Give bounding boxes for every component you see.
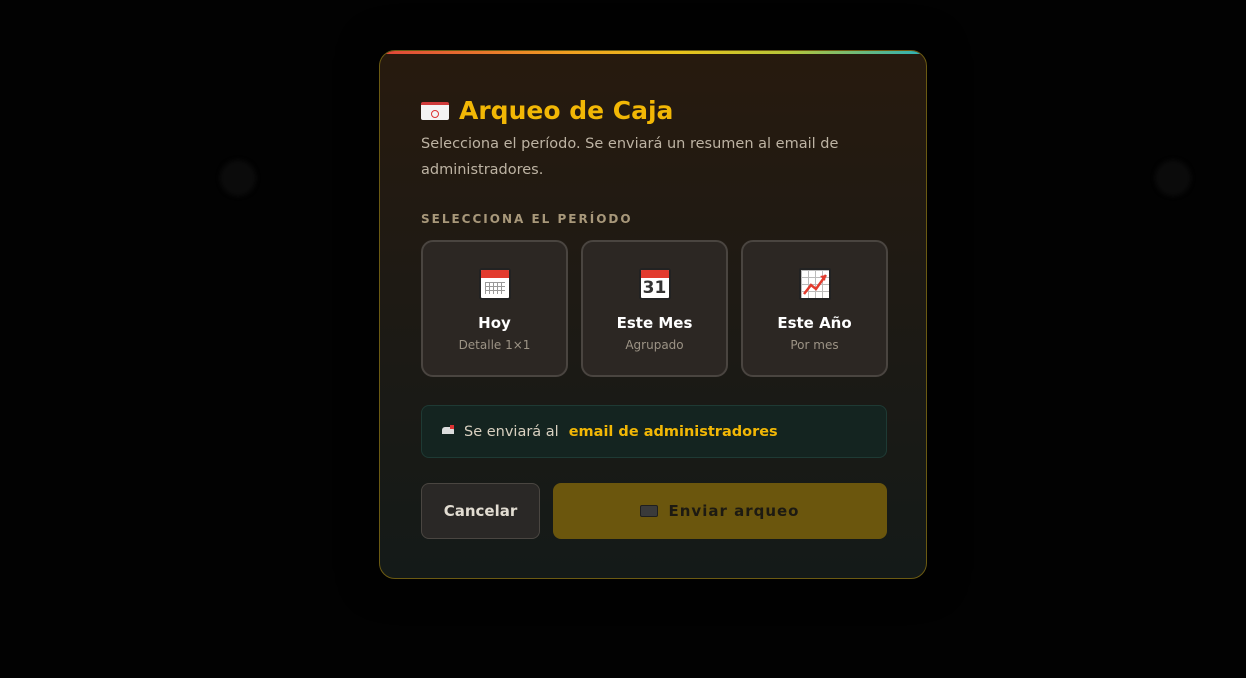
arqueo-modal: Arqueo de Caja Selecciona el período. Se…	[379, 50, 927, 579]
background-decoration	[220, 160, 256, 196]
recipient-info: Se enviará al email de administradores	[421, 405, 887, 458]
period-option-desc: Agrupado	[625, 338, 684, 352]
recipient-info-highlight: email de administradores	[568, 423, 778, 440]
chart-increasing-icon	[798, 268, 831, 300]
envelope-icon	[421, 101, 449, 120]
period-options: Hoy Detalle 1×1 31 Este Mes Agrupado Est…	[421, 240, 888, 377]
send-arqueo-button[interactable]: Enviar arqueo	[553, 483, 887, 539]
period-option-este-ano[interactable]: Este Año Por mes	[741, 240, 888, 377]
modal-header: Arqueo de Caja	[421, 96, 673, 125]
modal-subtitle: Selecciona el período. Se enviará un res…	[421, 136, 839, 178]
period-option-hoy[interactable]: Hoy Detalle 1×1	[421, 240, 568, 377]
mailbox-icon	[442, 424, 456, 439]
recipient-info-prefix: Se enviará al	[464, 423, 559, 440]
calendar-tear-off-icon	[478, 268, 511, 300]
period-option-este-mes[interactable]: 31 Este Mes Agrupado	[581, 240, 728, 377]
period-option-name: Este Año	[777, 314, 852, 332]
calendar-day-number: 31	[642, 278, 667, 298]
calendar-31-icon: 31	[638, 268, 671, 300]
period-option-desc: Detalle 1×1	[458, 338, 531, 352]
period-option-name: Hoy	[478, 314, 511, 332]
background-decoration	[1155, 160, 1191, 196]
send-arqueo-label: Enviar arqueo	[668, 502, 800, 520]
cancel-button[interactable]: Cancelar	[421, 483, 540, 539]
monitor-icon	[640, 505, 659, 517]
period-section-label: SELECCIONA EL PERÍODO	[421, 212, 633, 226]
period-option-name: Este Mes	[616, 314, 693, 332]
modal-accent-bar	[380, 51, 926, 54]
period-option-desc: Por mes	[790, 338, 839, 352]
modal-title: Arqueo de Caja	[459, 96, 674, 125]
